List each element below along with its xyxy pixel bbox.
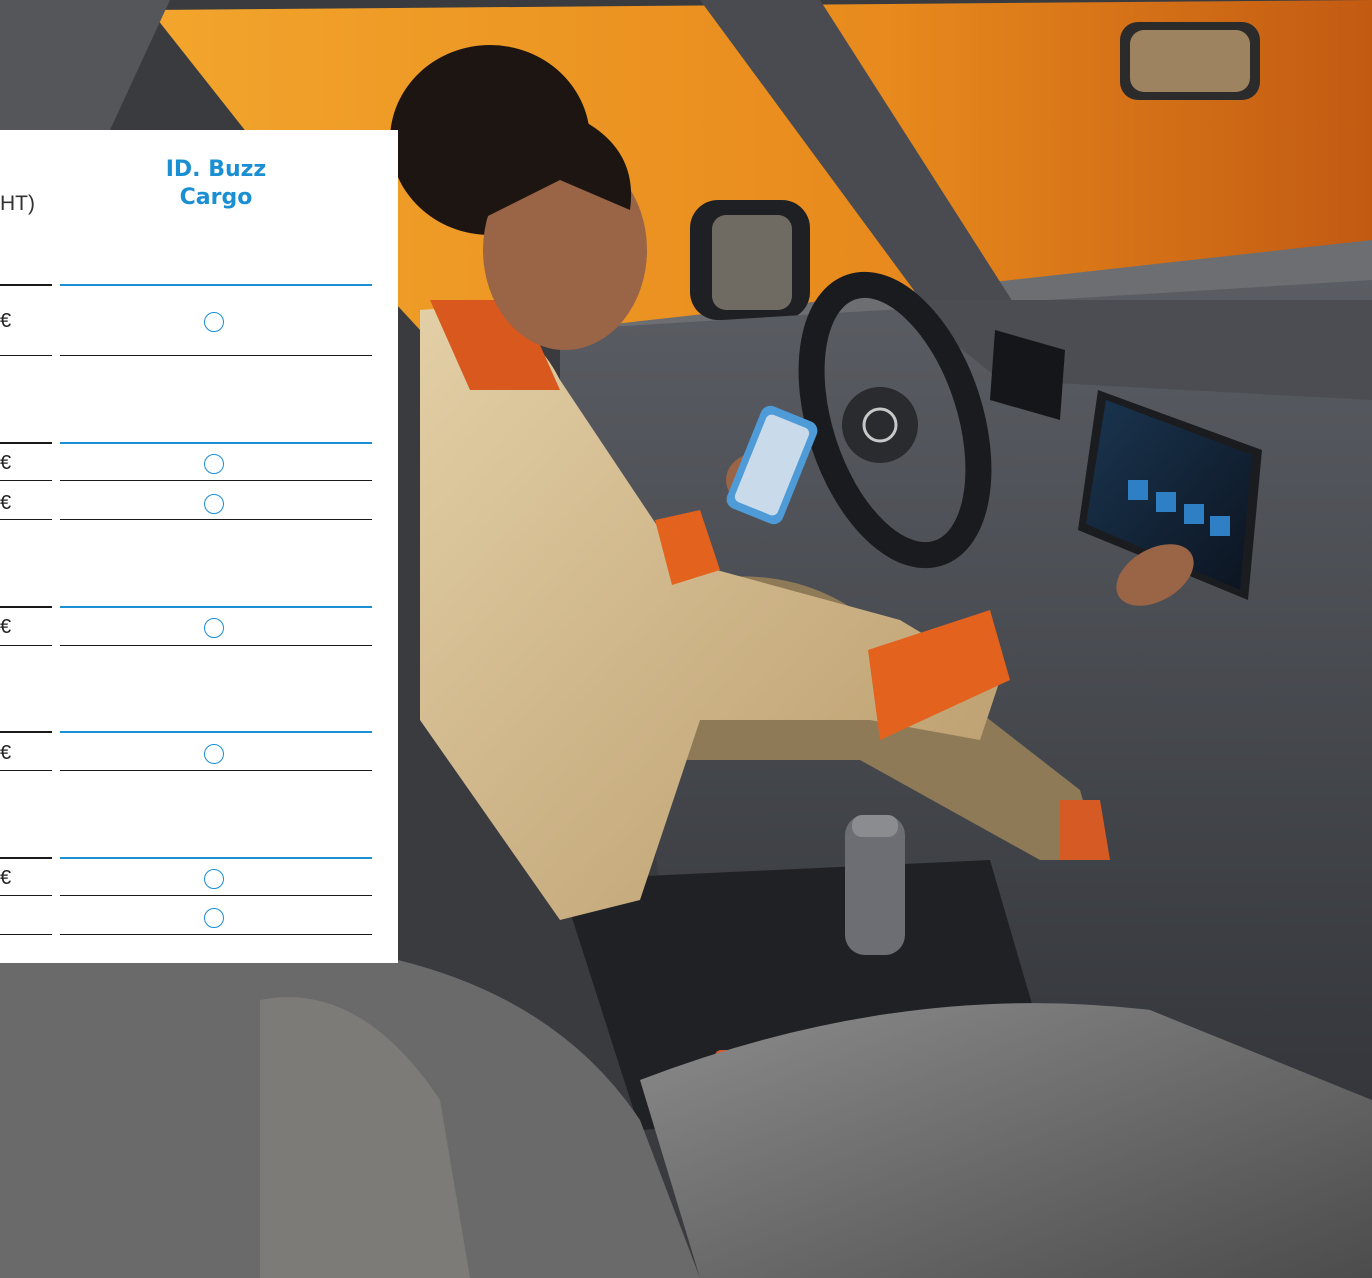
section-rule-accent xyxy=(60,857,372,859)
section-rule-left xyxy=(0,442,52,444)
section-rule-accent xyxy=(60,284,372,286)
option-available-icon xyxy=(204,618,224,638)
row-divider xyxy=(60,355,372,356)
row-price: € xyxy=(0,492,12,514)
row-divider-left xyxy=(0,770,52,771)
section-rule-left xyxy=(0,857,52,859)
option-available-icon xyxy=(204,908,224,928)
row-price: € xyxy=(0,310,12,332)
row-price: € xyxy=(0,867,12,889)
option-available-icon xyxy=(204,494,224,514)
section-rule-left xyxy=(0,731,52,733)
section-rule-accent xyxy=(60,606,372,608)
section-rule-left xyxy=(0,284,52,286)
option-available-icon xyxy=(204,869,224,889)
column-header-id-buzz-cargo: ID. Buzz Cargo xyxy=(150,156,282,212)
section-rule-left xyxy=(0,606,52,608)
left-header-fragment: HT) xyxy=(0,192,35,215)
option-available-icon xyxy=(204,744,224,764)
row-price: € xyxy=(0,452,12,474)
row-divider xyxy=(60,895,372,896)
option-available-icon xyxy=(204,454,224,474)
column-title-line1: ID. Buzz xyxy=(165,157,267,182)
section-rule-accent xyxy=(60,442,372,444)
row-price: € xyxy=(0,742,12,764)
row-divider xyxy=(60,934,372,935)
row-price: € xyxy=(0,616,12,638)
row-divider xyxy=(60,645,372,646)
column-title-line2: Cargo xyxy=(179,185,253,210)
row-divider-left xyxy=(0,934,52,935)
row-divider xyxy=(60,519,372,520)
option-available-icon xyxy=(204,312,224,332)
section-rule-accent xyxy=(60,731,372,733)
row-divider-left xyxy=(0,355,52,356)
row-divider xyxy=(60,770,372,771)
equipment-table-panel: ID. Buzz Cargo HT) € € € € € € xyxy=(0,130,398,963)
row-divider-left xyxy=(0,480,52,481)
row-divider xyxy=(60,480,372,481)
row-divider-left xyxy=(0,519,52,520)
row-divider-left xyxy=(0,895,52,896)
row-divider-left xyxy=(0,645,52,646)
